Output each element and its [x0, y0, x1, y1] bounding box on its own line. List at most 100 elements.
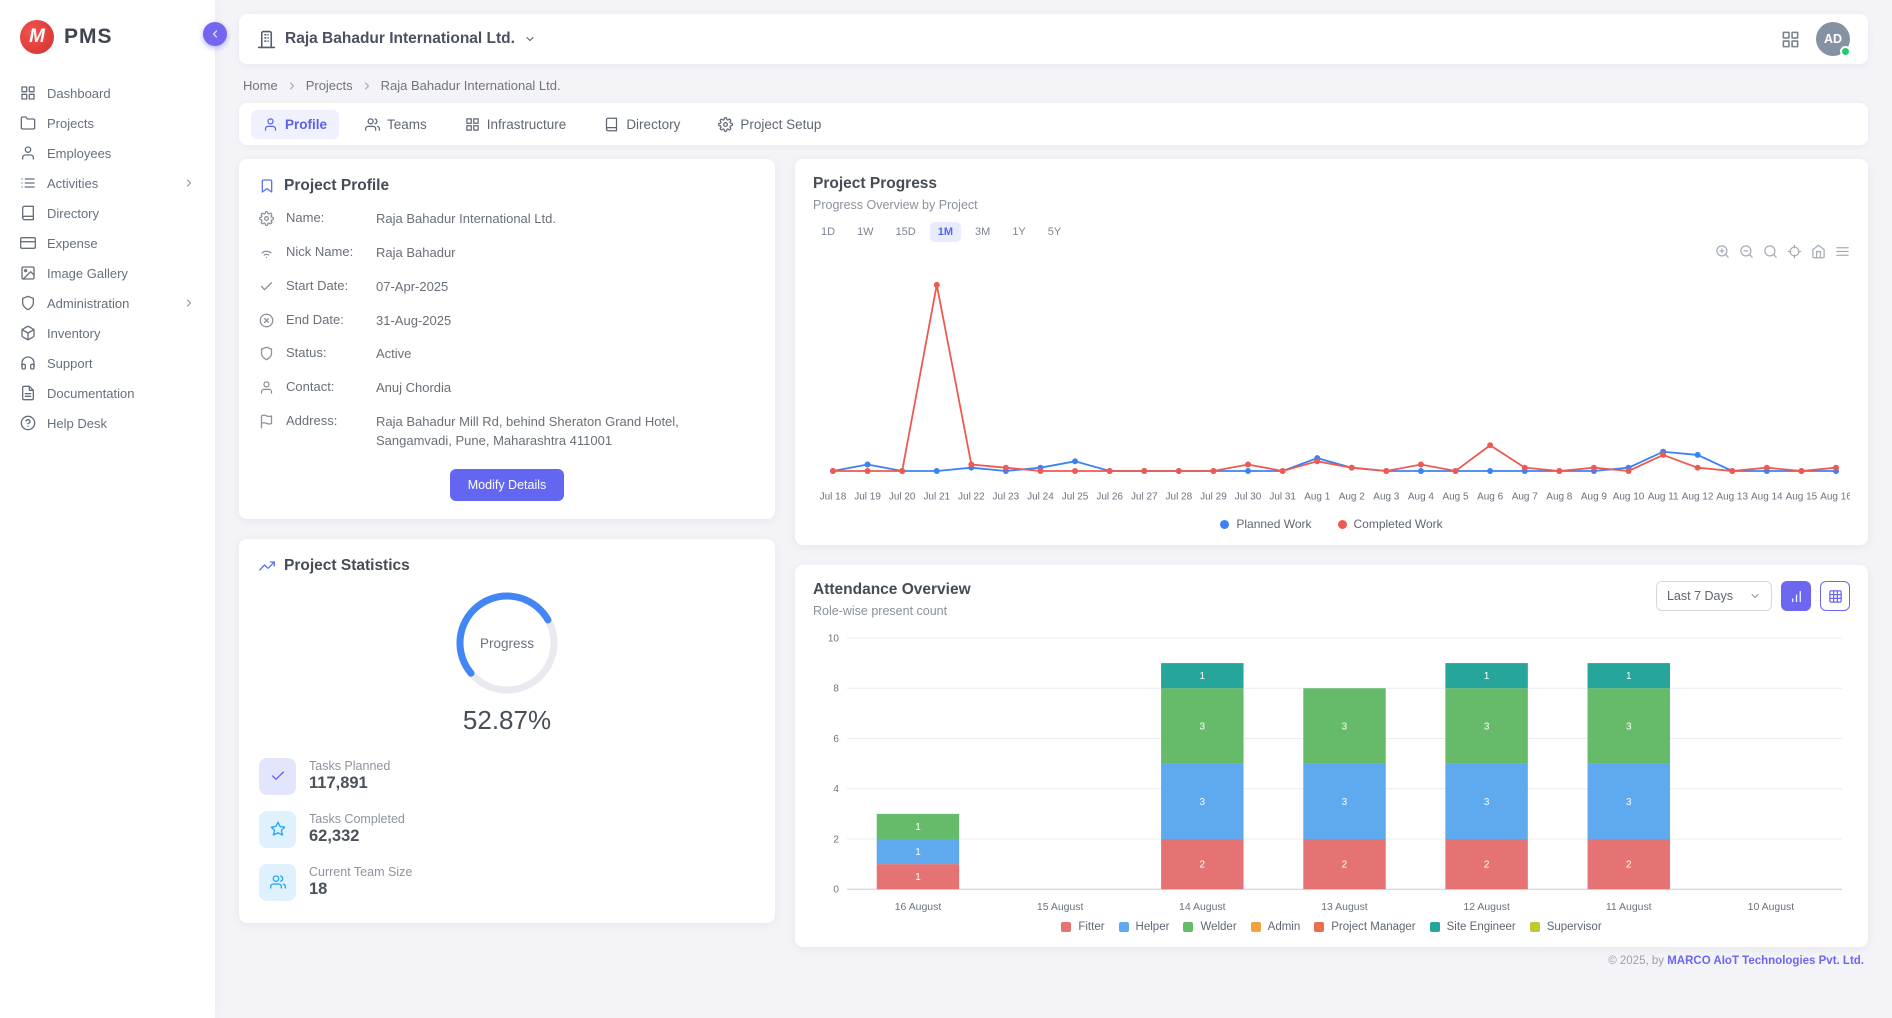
tab-directory[interactable]: Directory — [592, 110, 692, 139]
sidebar-item-expense[interactable]: Expense — [0, 228, 215, 258]
bookmark-icon — [259, 178, 275, 194]
range-1d[interactable]: 1D — [813, 222, 843, 242]
legend-item[interactable]: Supervisor — [1530, 921, 1602, 933]
card-title: Project Profile — [284, 177, 389, 195]
pan-crosshair-icon[interactable] — [1787, 244, 1802, 259]
tab-project-setup[interactable]: Project Setup — [706, 110, 833, 139]
tab-profile[interactable]: Profile — [251, 110, 339, 139]
range-1m[interactable]: 1M — [930, 222, 961, 242]
svg-text:Aug 1: Aug 1 — [1304, 491, 1331, 502]
sidebar-item-projects[interactable]: Projects — [0, 108, 215, 138]
chart-menu-icon[interactable] — [1835, 244, 1850, 259]
user-icon — [263, 117, 278, 132]
sidebar-item-support[interactable]: Support — [0, 348, 215, 378]
building-icon — [257, 30, 276, 49]
profile-field-start-date: Start Date: 07-Apr-2025 — [259, 278, 755, 297]
online-status-dot — [1840, 46, 1851, 57]
legend-item[interactable]: Project Manager — [1314, 921, 1415, 933]
svg-text:Jul 25: Jul 25 — [1062, 491, 1089, 502]
users-icon — [270, 874, 286, 890]
user-icon — [20, 145, 36, 161]
company-link[interactable]: MARCO AIoT Technologies Pvt. Ltd. — [1667, 955, 1864, 967]
svg-text:3: 3 — [1484, 722, 1490, 733]
gear-icon — [259, 211, 274, 226]
svg-text:Aug 2: Aug 2 — [1339, 491, 1366, 502]
sidebar-item-documentation[interactable]: Documentation — [0, 378, 215, 408]
box-icon — [20, 325, 36, 341]
project-progress-line-chart[interactable]: Jul 18Jul 19Jul 20Jul 21Jul 22Jul 23Jul … — [813, 260, 1850, 515]
svg-text:13 August: 13 August — [1321, 902, 1368, 913]
legend-item[interactable]: Welder — [1183, 921, 1236, 933]
sidebar-collapse-button[interactable] — [203, 22, 227, 46]
zoom-select-icon[interactable] — [1763, 244, 1778, 259]
legend-item[interactable]: Planned Work — [1220, 517, 1311, 531]
sidebar-item-activities[interactable]: Activities — [0, 168, 215, 198]
sidebar-item-directory[interactable]: Directory — [0, 198, 215, 228]
range-5y[interactable]: 5Y — [1040, 222, 1069, 242]
legend-item[interactable]: Fitter — [1061, 921, 1104, 933]
app-logo[interactable]: M PMS — [0, 0, 215, 78]
svg-text:2: 2 — [1626, 860, 1632, 871]
svg-text:1: 1 — [915, 822, 921, 833]
file-text-icon — [20, 385, 36, 401]
range-15d[interactable]: 15D — [888, 222, 924, 242]
svg-text:Jul 30: Jul 30 — [1235, 491, 1262, 502]
svg-text:Jul 21: Jul 21 — [923, 491, 950, 502]
range-1w[interactable]: 1W — [849, 222, 882, 242]
table-view-button[interactable] — [1820, 581, 1850, 611]
breadcrumb-projects[interactable]: Projects — [306, 78, 353, 93]
chart-view-button[interactable] — [1781, 581, 1811, 611]
chevron-right-icon — [183, 297, 195, 309]
svg-text:1: 1 — [1484, 671, 1490, 682]
logo-text: PMS — [64, 25, 113, 49]
svg-text:2: 2 — [1484, 860, 1490, 871]
attendance-range-select[interactable]: Last 7 Days — [1656, 581, 1772, 611]
sidebar-item-label: Help Desk — [47, 416, 107, 431]
svg-text:Jul 28: Jul 28 — [1166, 491, 1193, 502]
sidebar-item-administration[interactable]: Administration — [0, 288, 215, 318]
sidebar-item-employees[interactable]: Employees — [0, 138, 215, 168]
reset-home-icon[interactable] — [1811, 244, 1826, 259]
sidebar-item-help-desk[interactable]: Help Desk — [0, 408, 215, 438]
svg-text:1: 1 — [915, 847, 921, 858]
sidebar-item-image-gallery[interactable]: Image Gallery — [0, 258, 215, 288]
zoom-out-icon[interactable] — [1739, 244, 1754, 259]
legend-item[interactable]: Completed Work — [1338, 517, 1443, 531]
range-3m[interactable]: 3M — [967, 222, 998, 242]
help-circle-icon — [20, 415, 36, 431]
card-title: Project Progress — [813, 175, 1850, 193]
range-1y[interactable]: 1Y — [1004, 222, 1033, 242]
svg-text:Jul 19: Jul 19 — [854, 491, 881, 502]
company-selector[interactable]: Raja Bahadur International Ltd. — [257, 30, 536, 49]
sidebar-item-inventory[interactable]: Inventory — [0, 318, 215, 348]
svg-text:3: 3 — [1200, 797, 1206, 808]
tab-teams[interactable]: Teams — [353, 110, 439, 139]
attendance-chart-legend[interactable]: Fitter Helper Welder Admin Project Manager Si… — [813, 921, 1850, 933]
zoom-in-icon[interactable] — [1715, 244, 1730, 259]
legend-item[interactable]: Helper — [1119, 921, 1170, 933]
progress-chart-legend[interactable]: Planned Work Completed Work — [813, 517, 1850, 531]
legend-item[interactable]: Admin — [1251, 921, 1301, 933]
card-subtitle: Progress Overview by Project — [813, 198, 1850, 212]
svg-text:Aug 7: Aug 7 — [1512, 491, 1539, 502]
legend-item[interactable]: Site Engineer — [1430, 921, 1516, 933]
profile-field-status: Status: Active — [259, 345, 755, 364]
breadcrumb-home[interactable]: Home — [243, 78, 278, 93]
svg-text:2: 2 — [1200, 860, 1206, 871]
card-title: Attendance Overview — [813, 581, 971, 599]
profile-field-address: Address: Raja Bahadur Mill Rd, behind Sh… — [259, 413, 755, 451]
folder-icon — [20, 115, 36, 131]
credit-card-icon — [20, 235, 36, 251]
attendance-bar-chart[interactable]: 024681011116 August15 August233114 Augus… — [813, 628, 1850, 919]
tab-infrastructure[interactable]: Infrastructure — [453, 110, 579, 139]
sidebar-item-dashboard[interactable]: Dashboard — [0, 78, 215, 108]
chevron-down-icon — [1749, 590, 1761, 602]
dashboard-icon — [20, 85, 36, 101]
apps-grid-icon[interactable] — [1781, 30, 1800, 49]
gauge-label: Progress — [480, 636, 534, 651]
modify-details-button[interactable]: Modify Details — [450, 469, 565, 501]
gear-icon — [718, 117, 733, 132]
progress-percentage: 52.87% — [463, 705, 551, 736]
svg-text:1: 1 — [915, 872, 921, 883]
avatar[interactable]: AD — [1816, 22, 1850, 56]
